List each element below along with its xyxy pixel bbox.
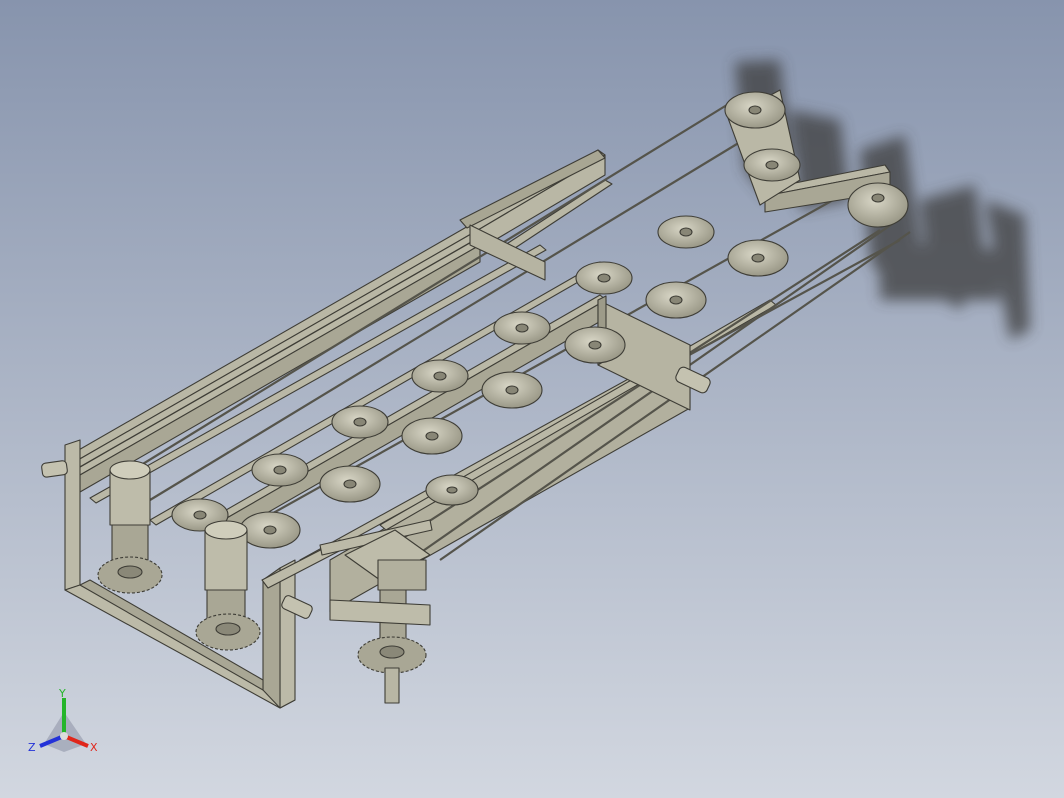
triad-x-label: X <box>90 741 98 754</box>
triad-z-label: Z <box>28 741 36 754</box>
viewport-canvas[interactable]: Y X Z <box>0 0 1064 798</box>
triad-origin <box>60 732 68 740</box>
triad-y-label: Y <box>58 687 66 700</box>
3d-graphics-viewport[interactable]: Y X Z <box>0 0 1064 798</box>
